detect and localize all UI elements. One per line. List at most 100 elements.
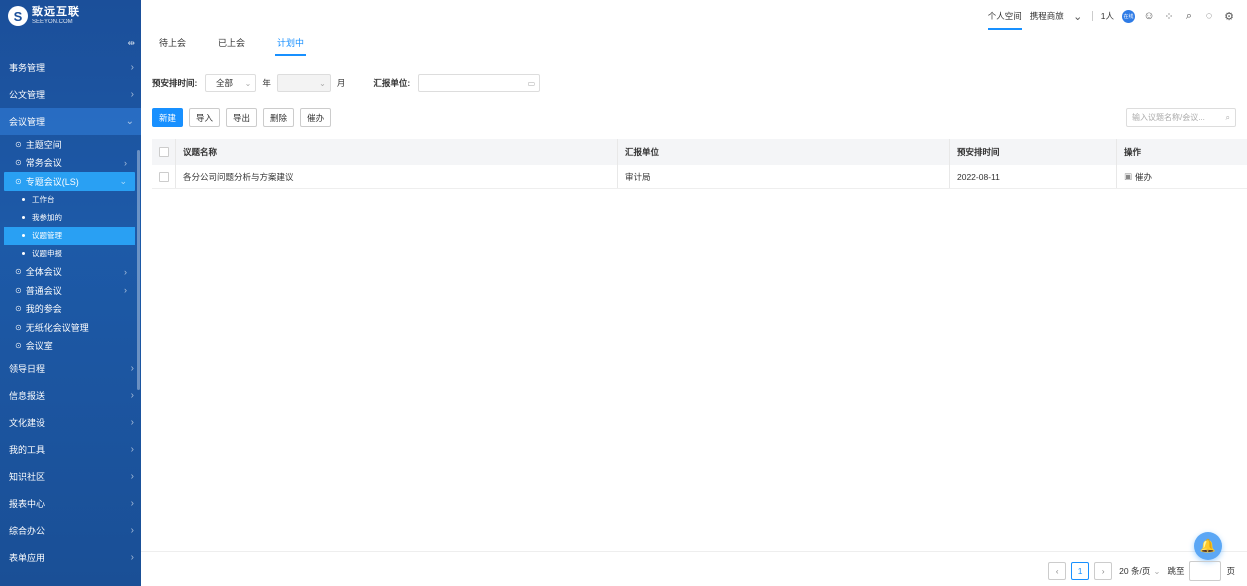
brand-name: 致远互联 [32,6,80,18]
sidebar-item-meetings[interactable]: 会议管理 ⌄ [0,108,141,135]
sidebar-subitem-meeting-room[interactable]: ⊙ 会议室 [0,337,141,356]
sidebar-scrollbar[interactable] [137,150,140,390]
chevron-right-icon: › [124,157,127,168]
sidebar-item-report-center[interactable]: 报表中心 › [0,490,141,517]
action-bar: 新建 导入 导出 删除 催办 [152,108,332,127]
table-header: 议题名称 汇报单位 预安排时间 操作 [152,139,1247,165]
new-button[interactable]: 新建 [152,108,184,127]
table-row[interactable]: 各分公司问题分析与方案建议 审计局 2022-08-11 ▣ 催办 [152,165,1247,189]
sidebar-item-my-tools[interactable]: 我的工具 › [0,436,141,463]
urge-icon: ▣ [1124,171,1133,181]
filter-bar: 预安排时间: 全部 ⌄ 年 ⌄ 月 汇报单位: ▭ [152,74,541,92]
page-size-select[interactable]: 20 条/页 ⌄ [1117,562,1162,580]
prev-page-button[interactable]: ‹ [1048,562,1067,580]
dot-icon [22,234,25,237]
message-icon[interactable]: ◌ [1203,10,1215,22]
brand-logo[interactable]: S 致远互联 SEEYON.COM [8,6,80,26]
col-planned-time[interactable]: 预安排时间 [950,139,1117,165]
sidebar-subitem-paperless[interactable]: ⊙ 无纸化会议管理 [0,318,141,337]
collapse-sidebar-icon[interactable]: ⇹ [127,38,135,49]
divider [1091,11,1093,21]
brand-sub: SEEYON.COM [32,19,73,25]
chevron-down-icon[interactable]: ⌄ [1072,10,1084,23]
sidebar-item-info-report[interactable]: 信息报送 › [0,382,141,409]
sidebar-subitem-plenary[interactable]: ⊙ 全体会议 › [0,263,141,282]
year-unit: 年 [262,78,271,88]
time-label: 预安排时间: [152,78,198,88]
row-checkbox[interactable] [158,171,169,182]
sidebar-item-affairs[interactable]: 事务管理 › [0,54,141,81]
sidebar-subitem-standing-meeting[interactable]: ⊙ 常务会议 › [0,154,141,173]
planned-time: 2022-08-11 [950,165,1117,188]
next-page-button[interactable]: › [1094,562,1113,580]
chevron-right-icon: › [124,285,127,296]
user-icon[interactable]: ☺ [1143,10,1155,22]
import-button[interactable]: 导入 [189,108,221,127]
year-select[interactable]: 全部 ⌄ [205,74,257,92]
month-select[interactable]: ⌄ [276,74,331,92]
chevron-right-icon: › [130,89,134,100]
search-icon[interactable]: ⌕ [1226,113,1230,123]
export-button[interactable]: 导出 [226,108,258,127]
topic-name[interactable]: 各分公司问题分析与方案建议 [176,165,618,188]
chevron-right-icon: › [130,444,134,455]
report-unit: 审计局 [618,165,950,188]
dot-icon [22,216,25,219]
bell-icon[interactable]: 🔔 [1194,532,1222,560]
circle-icon: ⊙ [15,341,22,351]
pagination: ‹ 1 › 20 条/页 ⌄ 跳至 页 [1048,561,1235,581]
unit-picker[interactable]: ▭ [418,74,541,92]
sidebar-item-leader-schedule[interactable]: 领导日程 › [0,355,141,382]
chevron-down-icon: ⌄ [244,78,252,88]
group-space-link[interactable]: 携程商旅 [1030,10,1064,22]
circle-icon: ⊙ [15,158,22,168]
chevron-down-icon: ⌄ [1153,565,1161,576]
circle-icon: ⊙ [15,322,22,332]
row-urge-action[interactable]: ▣ 催办 [1117,165,1247,188]
sidebar-nav: 事务管理 › 公文管理 › 会议管理 ⌄ ⊙ 主题空间 ⊙ 常务会议 › ⊙ 专题会议(LS)… [0,54,141,571]
sidebar-leaf-topic-declare[interactable]: 议题申报 [0,245,141,263]
sidebar-item-culture[interactable]: 文化建设 › [0,409,141,436]
tab-done[interactable]: 已上会 [218,36,245,49]
month-unit: 月 [336,78,346,88]
sidebar-item-form-apps[interactable]: 表单应用 › [0,544,141,571]
sidebar-leaf-workbench[interactable]: 工作台 [0,191,141,209]
chevron-down-icon: ⌄ [119,175,127,186]
sidebar-item-documents[interactable]: 公文管理 › [0,81,141,108]
sidebar-leaf-topic-management[interactable]: 议题管理 [4,226,135,245]
urge-button[interactable]: 催办 [300,108,332,127]
select-all-checkbox[interactable] [158,147,169,157]
chevron-right-icon: › [130,62,134,73]
apps-icon[interactable]: ⁘ [1163,10,1175,23]
chevron-right-icon: › [130,525,134,536]
delete-button[interactable]: 删除 [263,108,295,127]
logo-icon: S [8,6,28,26]
circle-icon: ⊙ [15,267,22,277]
footer-divider [141,551,1247,552]
sidebar-subitem-general[interactable]: ⊙ 普通会议 › [0,281,141,300]
dot-icon [22,252,25,255]
sidebar-leaf-joined[interactable]: 我参加的 [0,209,141,227]
sidebar-item-knowledge[interactable]: 知识社区 › [0,463,141,490]
tab-planned[interactable]: 计划中 [275,36,307,56]
top-bar: 个人空间 携程商旅 ⌄ 1人 在线 ☺ ⁘ ⌕ ◌ ⚙ [987,0,1247,32]
search-input[interactable]: 输入议题名称/会议... ⌕ [1126,108,1236,127]
online-count[interactable]: 1人 [1101,10,1114,22]
personal-space-link[interactable]: 个人空间 [987,10,1022,30]
page-number[interactable]: 1 [1071,562,1090,580]
sidebar-subitem-theme-space[interactable]: ⊙ 主题空间 [0,135,141,154]
col-report-unit[interactable]: 汇报单位 [618,139,950,165]
search-icon[interactable]: ⌕ [1183,10,1195,23]
chevron-down-icon: ⌄ [125,116,134,127]
tab-bar: 待上会 已上会 计划中 [159,36,307,56]
sidebar-item-office[interactable]: 综合办公 › [0,517,141,544]
sidebar-subitem-my-attend[interactable]: ⊙ 我的参会 [0,300,141,319]
settings-icon[interactable]: ⚙ [1223,10,1235,23]
tab-pending[interactable]: 待上会 [159,36,186,49]
sidebar-subitem-special-meeting[interactable]: ⊙ 专题会议(LS) ⌄ [4,172,135,191]
chevron-right-icon: › [130,417,134,428]
chevron-right-icon: › [130,363,134,374]
col-topic-name[interactable]: 议题名称 [176,139,618,165]
jump-page-input[interactable] [1189,561,1222,581]
online-badge[interactable]: 在线 [1122,9,1135,23]
